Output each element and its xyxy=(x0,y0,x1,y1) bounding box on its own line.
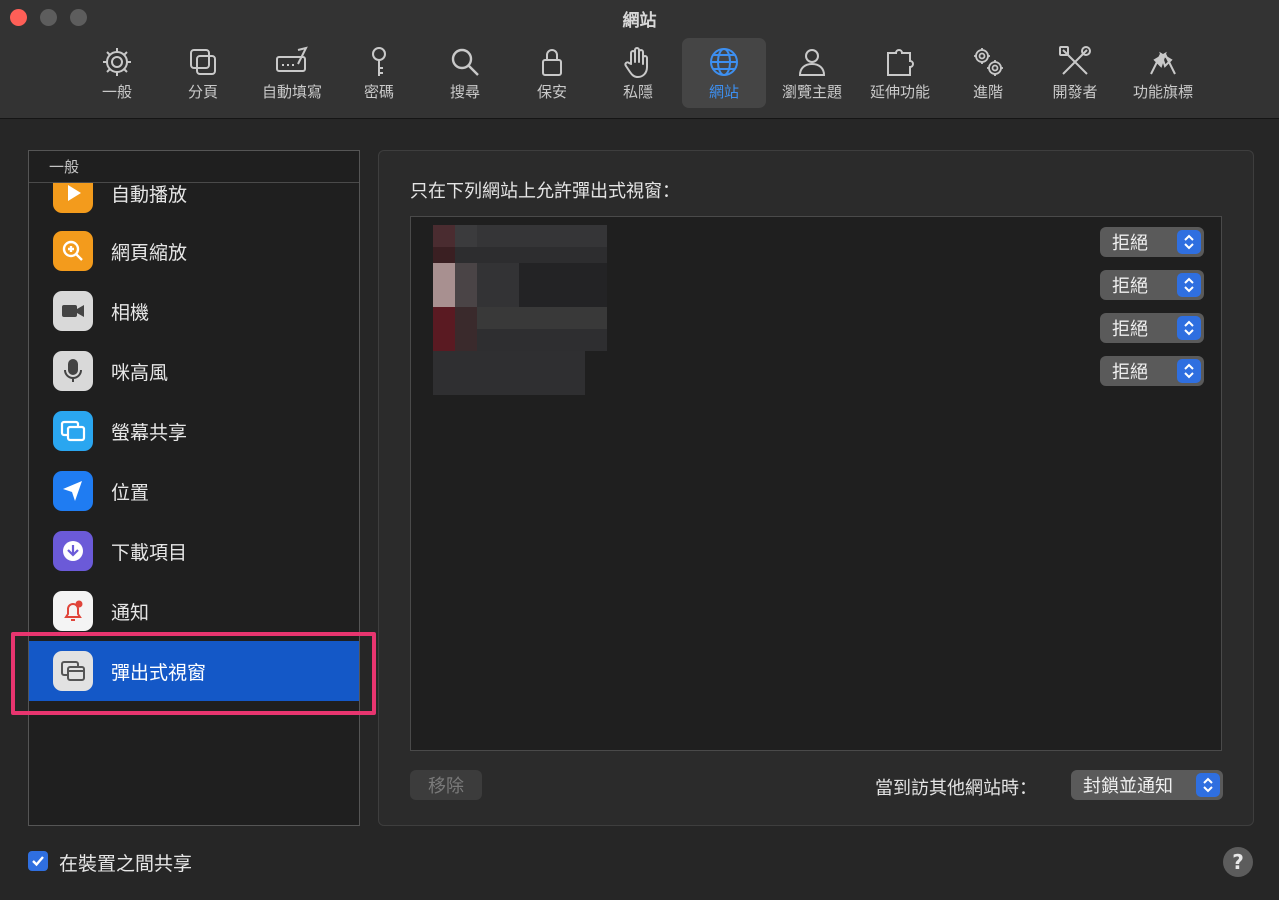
gear-icon xyxy=(103,48,131,76)
toolbar-profiles-label: 瀏覽主題 xyxy=(781,83,842,101)
toolbar-security[interactable]: 保安 xyxy=(527,38,577,108)
puzzle-icon xyxy=(887,49,914,76)
location-icon xyxy=(53,471,93,511)
panel-title: 只在下列網站上允許彈出式視窗： xyxy=(410,181,680,202)
preferences-window: 網站 一般 分頁 自動填寫 密碼 搜尋 保安 私隱 網站 瀏覽主題 延伸功能 進… xyxy=(0,0,1279,900)
toolbar-tabs[interactable]: 分頁 xyxy=(178,38,228,108)
toolbar-security-label: 保安 xyxy=(536,83,567,101)
site-setting-value: 拒絕 xyxy=(1112,276,1148,297)
flags-icon xyxy=(1150,51,1176,75)
site-setting-value: 拒絕 xyxy=(1112,362,1148,383)
toolbar-passwords[interactable]: 密碼 xyxy=(354,38,404,108)
chevron-updown-icon xyxy=(1177,316,1201,340)
highlight-annotation xyxy=(11,632,376,715)
download-icon xyxy=(53,531,93,571)
key-icon xyxy=(372,47,386,76)
toolbar-autofill[interactable]: 自動填寫 xyxy=(253,38,331,108)
toolbar-privacy[interactable]: 私隱 xyxy=(613,38,663,108)
sidebar-item-screen-sharing[interactable]: 螢幕共享 xyxy=(29,401,359,461)
sidebar-item-camera[interactable]: 相機 xyxy=(29,281,359,341)
hand-icon xyxy=(624,47,648,78)
sidebar-item-microphone[interactable]: 咪高風 xyxy=(29,341,359,401)
person-icon xyxy=(798,49,826,76)
sidebar-item-label: 下載項目 xyxy=(111,541,188,564)
toolbar-feature-flags-label: 功能旗標 xyxy=(1132,83,1193,101)
toolbar-privacy-label: 私隱 xyxy=(622,83,653,101)
sidebar-item-location[interactable]: 位置 xyxy=(29,461,359,521)
sidebar: 一般 自動播放 網頁縮放 相機 咪高風 螢幕共享 位置 下載項目 通知 彈出式視… xyxy=(28,150,360,826)
toolbar-tabs-label: 分頁 xyxy=(187,83,218,101)
toolbar-extensions-label: 延伸功能 xyxy=(869,83,930,101)
toolbar-general-label: 一般 xyxy=(101,83,132,101)
globe-icon xyxy=(710,48,738,76)
zoom-icon xyxy=(53,231,93,271)
sidebar-item-label: 位置 xyxy=(111,481,150,504)
toolbar-websites-label: 網站 xyxy=(708,83,739,101)
chevron-updown-icon xyxy=(1177,230,1201,254)
toolbar-websites[interactable]: 網站 xyxy=(682,38,766,108)
help-button[interactable]: ? xyxy=(1223,847,1253,877)
sidebar-item-page-zoom[interactable]: 網頁縮放 xyxy=(29,221,359,281)
toolbar-profiles[interactable]: 瀏覽主題 xyxy=(776,38,848,108)
autofill-icon xyxy=(276,46,308,72)
toolbar-developer-label: 開發者 xyxy=(1052,83,1098,101)
toolbar-general[interactable]: 一般 xyxy=(92,38,142,108)
search-icon xyxy=(451,48,479,76)
checkmark-icon xyxy=(32,856,44,867)
window-title: 網站 xyxy=(622,11,657,31)
sidebar-item-label: 通知 xyxy=(111,601,150,624)
notification-icon xyxy=(53,591,93,631)
site-setting-popup[interactable]: 拒絕 xyxy=(1100,270,1204,300)
sidebar-item-downloads[interactable]: 下載項目 xyxy=(29,521,359,581)
toolbar-developer[interactable]: 開發者 xyxy=(1045,38,1105,108)
other-sites-popup[interactable]: 封鎖並通知 xyxy=(1071,770,1223,800)
chevron-updown-icon xyxy=(1196,773,1220,797)
sidebar-item-label: 自動播放 xyxy=(111,183,188,206)
chevron-updown-icon xyxy=(1177,359,1201,383)
site-setting-value: 拒絕 xyxy=(1112,233,1148,254)
other-sites-value: 封鎖並通知 xyxy=(1083,776,1173,797)
toolbar-autofill-label: 自動填寫 xyxy=(261,83,322,101)
tabs-icon xyxy=(190,49,216,75)
toolbar-advanced[interactable]: 進階 xyxy=(963,38,1013,108)
camera-icon xyxy=(53,291,93,331)
toolbar-feature-flags[interactable]: 功能旗標 xyxy=(1127,38,1199,108)
sidebar-item-label: 相機 xyxy=(111,301,150,324)
site-setting-value: 拒絕 xyxy=(1112,319,1148,340)
toolbar-search[interactable]: 搜尋 xyxy=(440,38,490,108)
website-list[interactable]: 拒絕 拒絕 拒絕 拒絕 xyxy=(410,216,1222,751)
share-across-devices-label: 在裝置之間共享 xyxy=(59,853,193,875)
remove-button[interactable]: 移除 xyxy=(410,770,482,800)
microphone-icon xyxy=(53,351,93,391)
share-across-devices-checkbox[interactable] xyxy=(28,851,48,871)
toolbar-extensions[interactable]: 延伸功能 xyxy=(864,38,936,108)
gears-icon xyxy=(974,48,1003,76)
sidebar-item-label: 網頁縮放 xyxy=(111,241,188,264)
chevron-updown-icon xyxy=(1177,273,1201,297)
lock-icon xyxy=(542,49,562,76)
titlebar: 網站 一般 分頁 自動填寫 密碼 搜尋 保安 私隱 網站 瀏覽主題 延伸功能 進… xyxy=(0,0,1279,119)
toolbar-advanced-label: 進階 xyxy=(972,83,1003,101)
other-sites-label: 當到訪其他網站時： xyxy=(875,778,1037,799)
toolbar-search-label: 搜尋 xyxy=(449,83,480,101)
sidebar-section-header: 一般 xyxy=(29,151,359,183)
sidebar-item-label: 咪高風 xyxy=(111,361,169,384)
site-setting-popup[interactable]: 拒絕 xyxy=(1100,356,1204,386)
tools-icon xyxy=(1059,46,1091,75)
site-setting-popup[interactable]: 拒絕 xyxy=(1100,227,1204,257)
sidebar-item-label: 螢幕共享 xyxy=(111,421,188,444)
toolbar-passwords-label: 密碼 xyxy=(363,83,394,101)
site-setting-popup[interactable]: 拒絕 xyxy=(1100,313,1204,343)
screen-share-icon xyxy=(53,411,93,451)
